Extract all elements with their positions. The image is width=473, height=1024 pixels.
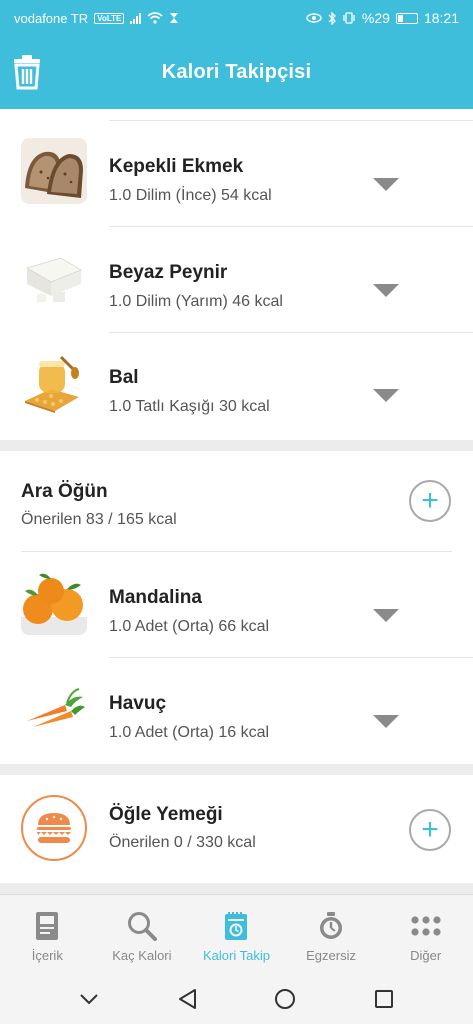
content-icon (30, 909, 64, 943)
eye-icon (306, 13, 322, 23)
nav-icerik[interactable]: İçerik (0, 895, 95, 974)
back-icon[interactable] (177, 988, 197, 1010)
cheese-image (21, 244, 87, 310)
food-name: Beyaz Peynir (109, 262, 228, 283)
more-icon (409, 909, 443, 943)
add-snack-button[interactable]: + (409, 480, 451, 522)
lunch-header: Öğle Yemeği Önerilen 0 / 330 kcal + (0, 775, 473, 885)
meal-title: Ara Öğün (21, 481, 108, 502)
food-name: Havuç (109, 693, 167, 714)
nav-kac-kalori[interactable]: Kaç Kalori (95, 895, 190, 974)
battery-percent: %29 (361, 10, 390, 26)
food-name: Kepekli Ekmek (109, 156, 244, 177)
plus-icon: + (421, 813, 439, 846)
system-navigation (0, 974, 473, 1024)
meal-list[interactable]: Kepekli Ekmek 1.0 Dilim (İnce) 54 kcal B… (0, 109, 473, 894)
food-item-kepekli-ekmek[interactable]: Kepekli Ekmek 1.0 Dilim (İnce) 54 kcal (0, 120, 473, 225)
hide-keyboard-icon[interactable] (79, 993, 99, 1005)
nav-label: İçerik (31, 948, 63, 963)
meal-recommended: Önerilen 0 / 330 kcal (109, 834, 256, 851)
food-detail: 1.0 Adet (Orta) 66 kcal (109, 618, 270, 635)
nav-label: Diğer (410, 948, 442, 963)
nav-label: Kaç Kalori (112, 948, 172, 963)
nav-diger[interactable]: Diğer (378, 895, 473, 974)
food-name: Bal (109, 367, 139, 388)
chevron-down-icon[interactable] (373, 178, 399, 191)
nav-egzersiz[interactable]: Egzersiz (284, 895, 379, 974)
clock: 18:21 (423, 10, 459, 26)
trash-icon[interactable] (10, 54, 44, 90)
nav-kalori-takip[interactable]: Kalori Takip (189, 895, 284, 974)
meal-title: Öğle Yemeği (109, 804, 223, 825)
vibrate-icon (343, 12, 355, 24)
tangerine-image (21, 569, 87, 635)
chevron-down-icon[interactable] (373, 389, 399, 402)
food-detail: 1.0 Adet (Orta) 16 kcal (109, 724, 270, 741)
search-icon (125, 909, 159, 943)
chevron-down-icon[interactable] (373, 284, 399, 297)
food-item-havuc[interactable]: Havuç 1.0 Adet (Orta) 16 kcal (0, 657, 473, 762)
status-bar: vodafone TR VoLTE %29 18:21 (0, 0, 473, 36)
chevron-down-icon[interactable] (373, 609, 399, 622)
food-item-bal[interactable]: Bal 1.0 Tatlı Kaşığı 30 kcal (0, 331, 473, 436)
snack-header: Ara Öğün Önerilen 83 / 165 kcal + (0, 451, 473, 561)
food-detail: 1.0 Dilim (Yarım) 46 kcal (109, 293, 283, 310)
wifi-icon (147, 12, 163, 24)
hourglass-icon (170, 13, 179, 23)
home-icon[interactable] (274, 988, 296, 1010)
bread-image (21, 138, 87, 204)
stopwatch-icon (314, 909, 348, 943)
app-bar: Kalori Takipçisi (0, 36, 473, 109)
food-detail: 1.0 Tatlı Kaşığı 30 kcal (109, 398, 270, 415)
food-item-mandalina[interactable]: Mandalina 1.0 Adet (Orta) 66 kcal (0, 551, 473, 656)
calorie-tracker-icon (219, 909, 253, 943)
breakfast-card: Kepekli Ekmek 1.0 Dilim (İnce) 54 kcal B… (0, 109, 473, 440)
nav-label: Kalori Takip (203, 948, 270, 963)
bottom-navigation: İçerik Kaç Kalori Kalori Takip Egzersiz … (0, 894, 473, 974)
meal-recommended: Önerilen 83 / 165 kcal (21, 511, 177, 528)
nav-label: Egzersiz (306, 948, 356, 963)
snack-card: Ara Öğün Önerilen 83 / 165 kcal + Mandal… (0, 451, 473, 764)
recents-icon[interactable] (374, 989, 394, 1009)
chevron-down-icon[interactable] (373, 715, 399, 728)
food-name: Mandalina (109, 587, 202, 608)
battery-icon (395, 12, 418, 24)
honey-image (21, 349, 87, 415)
page-title: Kalori Takipçisi (161, 61, 312, 83)
volte-badge: VoLTE (94, 12, 125, 24)
add-lunch-button[interactable]: + (409, 809, 451, 851)
carrier-label: vodafone TR (14, 10, 89, 26)
plus-icon: + (421, 484, 439, 517)
lunch-card: Öğle Yemeği Önerilen 0 / 330 kcal + (0, 775, 473, 883)
food-detail: 1.0 Dilim (İnce) 54 kcal (109, 187, 272, 204)
carrot-image (21, 675, 87, 741)
food-item-beyaz-peynir[interactable]: Beyaz Peynir 1.0 Dilim (Yarım) 46 kcal (0, 226, 473, 331)
bluetooth-icon (328, 11, 336, 25)
signal-icon (130, 12, 142, 24)
burger-icon (21, 795, 87, 861)
